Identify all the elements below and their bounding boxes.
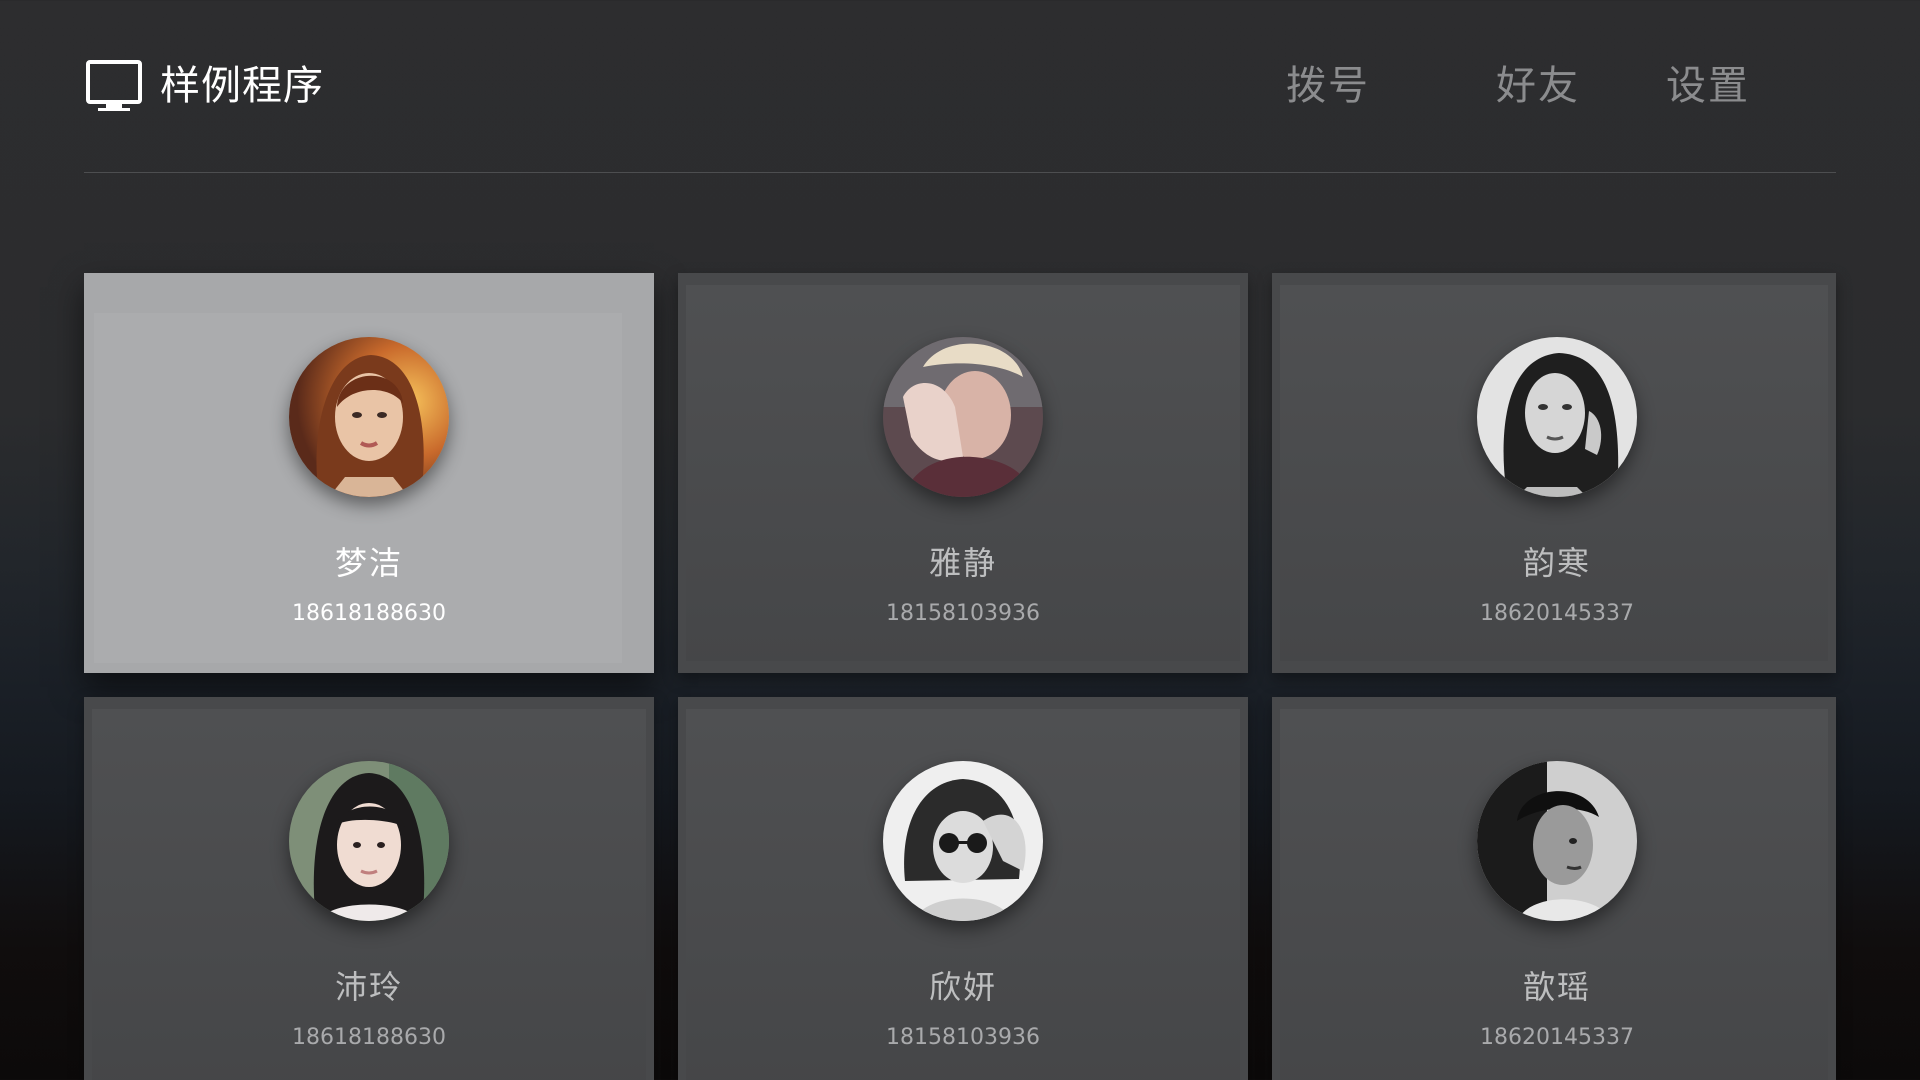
avatar	[1477, 761, 1637, 921]
nav-friends[interactable]: 好友	[1496, 60, 1580, 112]
monitor-icon	[86, 60, 142, 111]
contact-card[interactable]: 沛玲 18618188630	[84, 697, 654, 1080]
contact-card[interactable]: 梦洁 18618188630	[84, 273, 654, 673]
contact-phone: 18618188630	[292, 1025, 446, 1050]
contact-card[interactable]: 雅静 18158103936	[678, 273, 1248, 673]
contact-phone: 18620145337	[1480, 1025, 1634, 1050]
app-header: 样例程序 拨号 好友 设置	[84, 0, 1836, 173]
contact-name: 韵寒	[1522, 544, 1591, 582]
contact-card[interactable]: 韵寒 18620145337	[1272, 273, 1836, 673]
contact-card[interactable]: 歆瑶 18620145337	[1272, 697, 1836, 1080]
contact-name: 梦洁	[334, 544, 403, 582]
app-title: 样例程序	[160, 63, 324, 109]
contact-name: 欣妍	[928, 968, 997, 1006]
avatar	[883, 337, 1043, 497]
contact-phone: 18158103936	[886, 1025, 1040, 1050]
avatar	[289, 761, 449, 921]
contact-phone: 18158103936	[886, 601, 1040, 626]
avatar	[289, 337, 449, 497]
nav-dial[interactable]: 拨号	[1286, 60, 1370, 112]
contact-name: 雅静	[928, 544, 997, 582]
contact-phone: 18620145337	[1480, 601, 1634, 626]
contact-phone: 18618188630	[292, 601, 446, 626]
avatar	[883, 761, 1043, 921]
contact-name: 沛玲	[334, 968, 403, 1006]
avatar	[1477, 337, 1637, 497]
nav-settings[interactable]: 设置	[1666, 60, 1750, 112]
contact-card[interactable]: 欣妍 18158103936	[678, 697, 1248, 1080]
contact-name: 歆瑶	[1522, 968, 1591, 1006]
